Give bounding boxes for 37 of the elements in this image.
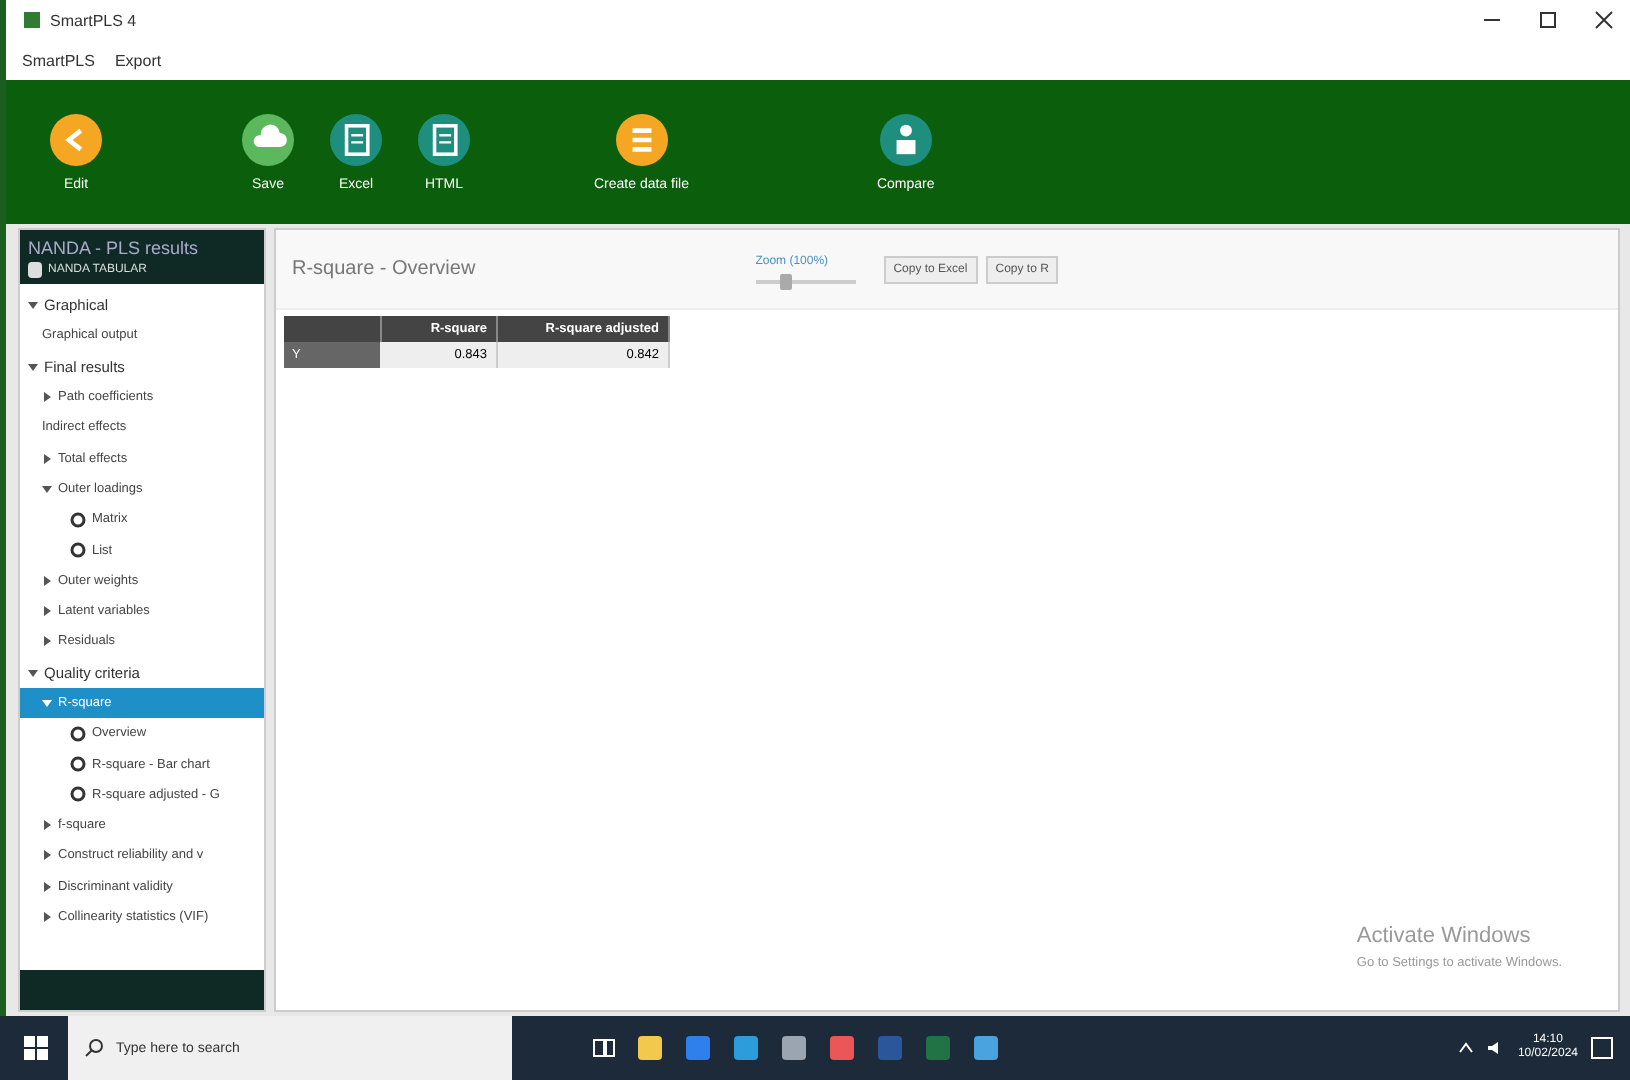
collapsed-arrow-icon [42,606,52,617]
app-icon[interactable] [684,1034,712,1062]
window-title: SmartPLS 4 [50,11,137,29]
expanded-arrow-icon [42,698,52,708]
app-icon[interactable] [780,1034,808,1062]
collapsed-arrow-icon [42,453,52,464]
expanded-arrow-icon [28,361,38,372]
maximize-icon [1538,10,1558,30]
app-icon[interactable] [732,1034,760,1062]
expanded-arrow-icon [28,667,38,678]
menu-item[interactable]: Export [114,51,162,69]
collapsed-arrow-icon [42,392,52,403]
slider-thumb[interactable] [780,273,793,289]
close-icon [1594,10,1614,30]
app-icon[interactable] [972,1034,1000,1062]
expanded-arrow-icon [42,483,52,494]
search-icon [84,1038,104,1058]
app-icon[interactable] [636,1034,664,1062]
app-icon[interactable] [828,1034,856,1062]
sidebar-title: NANDA - PLS results [28,238,201,258]
collapsed-arrow-icon [42,575,52,586]
collapsed-arrow-icon [42,912,52,923]
collapsed-arrow-icon [42,636,52,647]
page-title: R-square - Overview [292,258,476,280]
collapsed-arrow-icon [42,850,52,861]
table-header-cell [284,316,380,342]
collapsed-arrow-icon [42,820,52,831]
menu-item[interactable]: SmartPLS [22,51,95,69]
collapsed-arrow-icon [42,881,52,892]
app-icon [22,10,42,30]
task-view-icon [592,1036,616,1060]
activation-title: Activate Windows [1356,924,1533,948]
expanded-arrow-icon [28,300,38,311]
notification-icon [1590,1036,1614,1060]
database-icon [28,262,42,278]
chevron-icon [1457,1040,1474,1056]
start-icon [24,1036,48,1060]
